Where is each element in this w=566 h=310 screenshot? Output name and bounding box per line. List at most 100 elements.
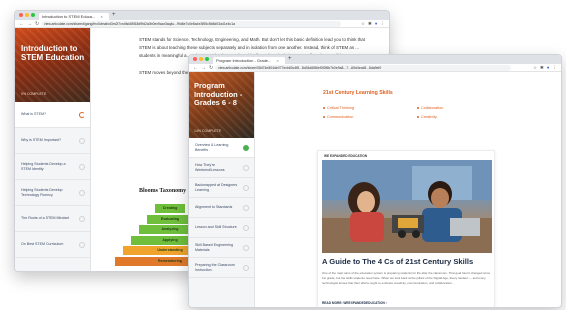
url-field[interactable]: view.articulate.com/shared/gang/fnx0dmaf… bbox=[41, 21, 341, 27]
progress-circle-icon bbox=[243, 244, 249, 251]
profile-icon[interactable]: ● bbox=[547, 65, 550, 71]
progress-circle-icon bbox=[79, 241, 85, 248]
profile-icon[interactable]: ● bbox=[375, 21, 378, 27]
toolbar-icons: ☆ ✱ ● ⋮ bbox=[533, 65, 557, 71]
skill-item: Creativity bbox=[417, 115, 437, 119]
card-read-more-link[interactable]: READ MORE: WEEXPANDEDEDUCATION › bbox=[322, 301, 387, 305]
back-arrow-icon[interactable]: ← bbox=[193, 65, 198, 71]
tab-bar: Introduction to STEM Educa... × + bbox=[15, 11, 389, 20]
skill-item: Communication bbox=[323, 115, 353, 119]
nav-buttons: ← → ↻ bbox=[193, 65, 213, 71]
lesson-item[interactable]: What is STEM? bbox=[15, 102, 90, 128]
progress-circle-icon bbox=[243, 164, 249, 171]
menu-dots-icon[interactable]: ⋮ bbox=[381, 21, 386, 27]
progress-circle-icon bbox=[243, 224, 249, 231]
lesson-item[interactable]: Skill Based Engineering Materials bbox=[189, 238, 254, 258]
new-tab-button[interactable]: + bbox=[288, 56, 292, 63]
address-bar: ← → ↻ view.articulate.com/share/08d74e80… bbox=[189, 64, 561, 72]
browser-tab[interactable]: Introduction to STEM Educa... × bbox=[39, 13, 109, 20]
section-title: 21st Century Learning Skills bbox=[323, 90, 393, 96]
lesson-item-label: Lesson and Skill Structure bbox=[195, 225, 237, 230]
progress-circle-icon bbox=[243, 144, 249, 151]
progress-circle-icon bbox=[79, 189, 85, 196]
lesson-item[interactable]: How They're Weekend/Lessons bbox=[189, 158, 254, 178]
window-controls bbox=[19, 13, 35, 17]
forward-arrow-icon[interactable]: → bbox=[201, 65, 206, 71]
lesson-item-label: The Roots of a STEM Mindset bbox=[21, 216, 70, 221]
lesson-item-label: Preparing the Classroom Instruction bbox=[195, 262, 235, 272]
lesson-item[interactable]: Helping Students Develop Technology Flue… bbox=[15, 180, 90, 206]
lesson-item-label: Skill Based Engineering Materials bbox=[195, 242, 233, 252]
course-hero: Program Introduction - Grades 6 - 8 14% … bbox=[189, 72, 254, 138]
progress-circle-icon bbox=[243, 264, 249, 271]
new-tab-button[interactable]: + bbox=[112, 12, 116, 19]
lesson-item-label: Why is STEM Important? bbox=[21, 138, 61, 143]
nav-buttons: ← → ↻ bbox=[19, 21, 39, 27]
lesson-item[interactable]: On Best STEM Curriculum bbox=[15, 232, 90, 258]
progress-circle-icon bbox=[243, 204, 249, 211]
pyramid-title: Blooms Taxonomy bbox=[139, 188, 187, 194]
tab-title: Program Introduction - Grade... bbox=[216, 58, 272, 63]
reload-icon[interactable]: ↻ bbox=[209, 65, 213, 71]
lesson-item-label: Helping Students Develop a STEM Identity bbox=[21, 161, 66, 171]
students-robot-photo bbox=[322, 160, 492, 253]
progress-circle-icon bbox=[79, 137, 85, 144]
lesson-item-label: On Best STEM Curriculum bbox=[21, 242, 64, 247]
skill-item: Critical Thinking bbox=[323, 106, 354, 110]
hero-pattern bbox=[15, 28, 90, 102]
close-window-button[interactable] bbox=[19, 13, 23, 17]
lesson-item[interactable]: Helping Students Develop a STEM Identity bbox=[15, 154, 90, 180]
forward-arrow-icon[interactable]: → bbox=[27, 21, 32, 27]
progress-circle-icon bbox=[79, 111, 85, 118]
maximize-window-button[interactable] bbox=[31, 13, 35, 17]
lesson-item[interactable]: Why is STEM Important? bbox=[15, 128, 90, 154]
menu-dots-icon[interactable]: ⋮ bbox=[553, 65, 558, 71]
card-tag: WE EXPANDED EDUCATION bbox=[324, 154, 368, 158]
progress-circle-icon bbox=[243, 184, 249, 191]
pyramid-level: Evaluating bbox=[147, 214, 193, 224]
article-card[interactable]: WE EXPANDED EDUCATION A Guide to The 4 C… bbox=[317, 150, 495, 307]
tab-close-icon[interactable]: × bbox=[100, 14, 102, 19]
tab-bar: Program Introduction - Grade... × + bbox=[189, 55, 561, 64]
lesson-item-label: What is STEM? bbox=[21, 112, 46, 117]
tab-title: Introduction to STEM Educa... bbox=[42, 14, 96, 19]
card-body: One of the main aims of the education sy… bbox=[322, 271, 491, 285]
skill-item: Collaboration bbox=[417, 106, 443, 110]
minimize-window-button[interactable] bbox=[25, 13, 29, 17]
chevron-right-icon: › bbox=[385, 301, 387, 305]
extensions-icon[interactable]: ✱ bbox=[368, 21, 372, 27]
reload-icon[interactable]: ↻ bbox=[35, 21, 39, 27]
course-sidebar: Introduction to STEM Education 0% COMPLE… bbox=[15, 28, 91, 271]
maximize-window-button[interactable] bbox=[205, 57, 209, 61]
pyramid-level: Creating bbox=[155, 204, 185, 213]
lesson-item[interactable]: Alignment to Standards bbox=[189, 198, 254, 218]
lesson-item-label: Overview & Learning Benefits bbox=[195, 142, 229, 152]
lesson-item[interactable]: Lesson and Skill Structure bbox=[189, 218, 254, 238]
minimize-window-button[interactable] bbox=[199, 57, 203, 61]
browser-tab[interactable]: Program Introduction - Grade... × bbox=[213, 57, 285, 64]
browser-window-front: Program Introduction - Grade... × + ← → … bbox=[188, 54, 562, 308]
lesson-item[interactable]: The Roots of a STEM Mindset bbox=[15, 206, 90, 232]
card-title[interactable]: A Guide to The 4 Cs of 21st Century Skil… bbox=[322, 257, 494, 266]
course-progress-label: 0% COMPLETE bbox=[21, 92, 47, 96]
extensions-icon[interactable]: ✱ bbox=[540, 65, 544, 71]
star-icon[interactable]: ☆ bbox=[533, 65, 537, 71]
star-icon[interactable]: ☆ bbox=[361, 21, 365, 27]
lesson-list: What is STEM? Why is STEM Important? Helpi… bbox=[15, 102, 90, 258]
lesson-item[interactable]: Preparing the Classroom Instruction bbox=[189, 258, 254, 278]
course-title: Introduction to STEM Education bbox=[21, 44, 85, 63]
address-bar: ← → ↻ view.articulate.com/shared/gang/fn… bbox=[15, 20, 389, 28]
progress-circle-icon bbox=[79, 163, 85, 170]
lesson-content: 21st Century Learning Skills Critical Th… bbox=[255, 72, 561, 307]
back-arrow-icon[interactable]: ← bbox=[19, 21, 24, 27]
lesson-item[interactable]: Overview & Learning Benefits bbox=[189, 138, 254, 158]
close-window-button[interactable] bbox=[193, 57, 197, 61]
lesson-item-label: How They're Weekend/Lessons bbox=[195, 162, 225, 172]
course-title: Program Introduction - Grades 6 - 8 bbox=[194, 81, 243, 108]
url-field[interactable]: view.articulate.com/share/08d74e804de077… bbox=[215, 65, 511, 71]
lesson-item[interactable]: Backmapped at Designers Learning bbox=[189, 178, 254, 198]
lesson-item-label: Helping Students Develop Technology Flue… bbox=[21, 187, 63, 197]
lesson-item-label: Backmapped at Designers Learning bbox=[195, 182, 238, 192]
course-hero: Introduction to STEM Education 0% COMPLE… bbox=[15, 28, 90, 102]
tab-close-icon[interactable]: × bbox=[276, 58, 278, 63]
